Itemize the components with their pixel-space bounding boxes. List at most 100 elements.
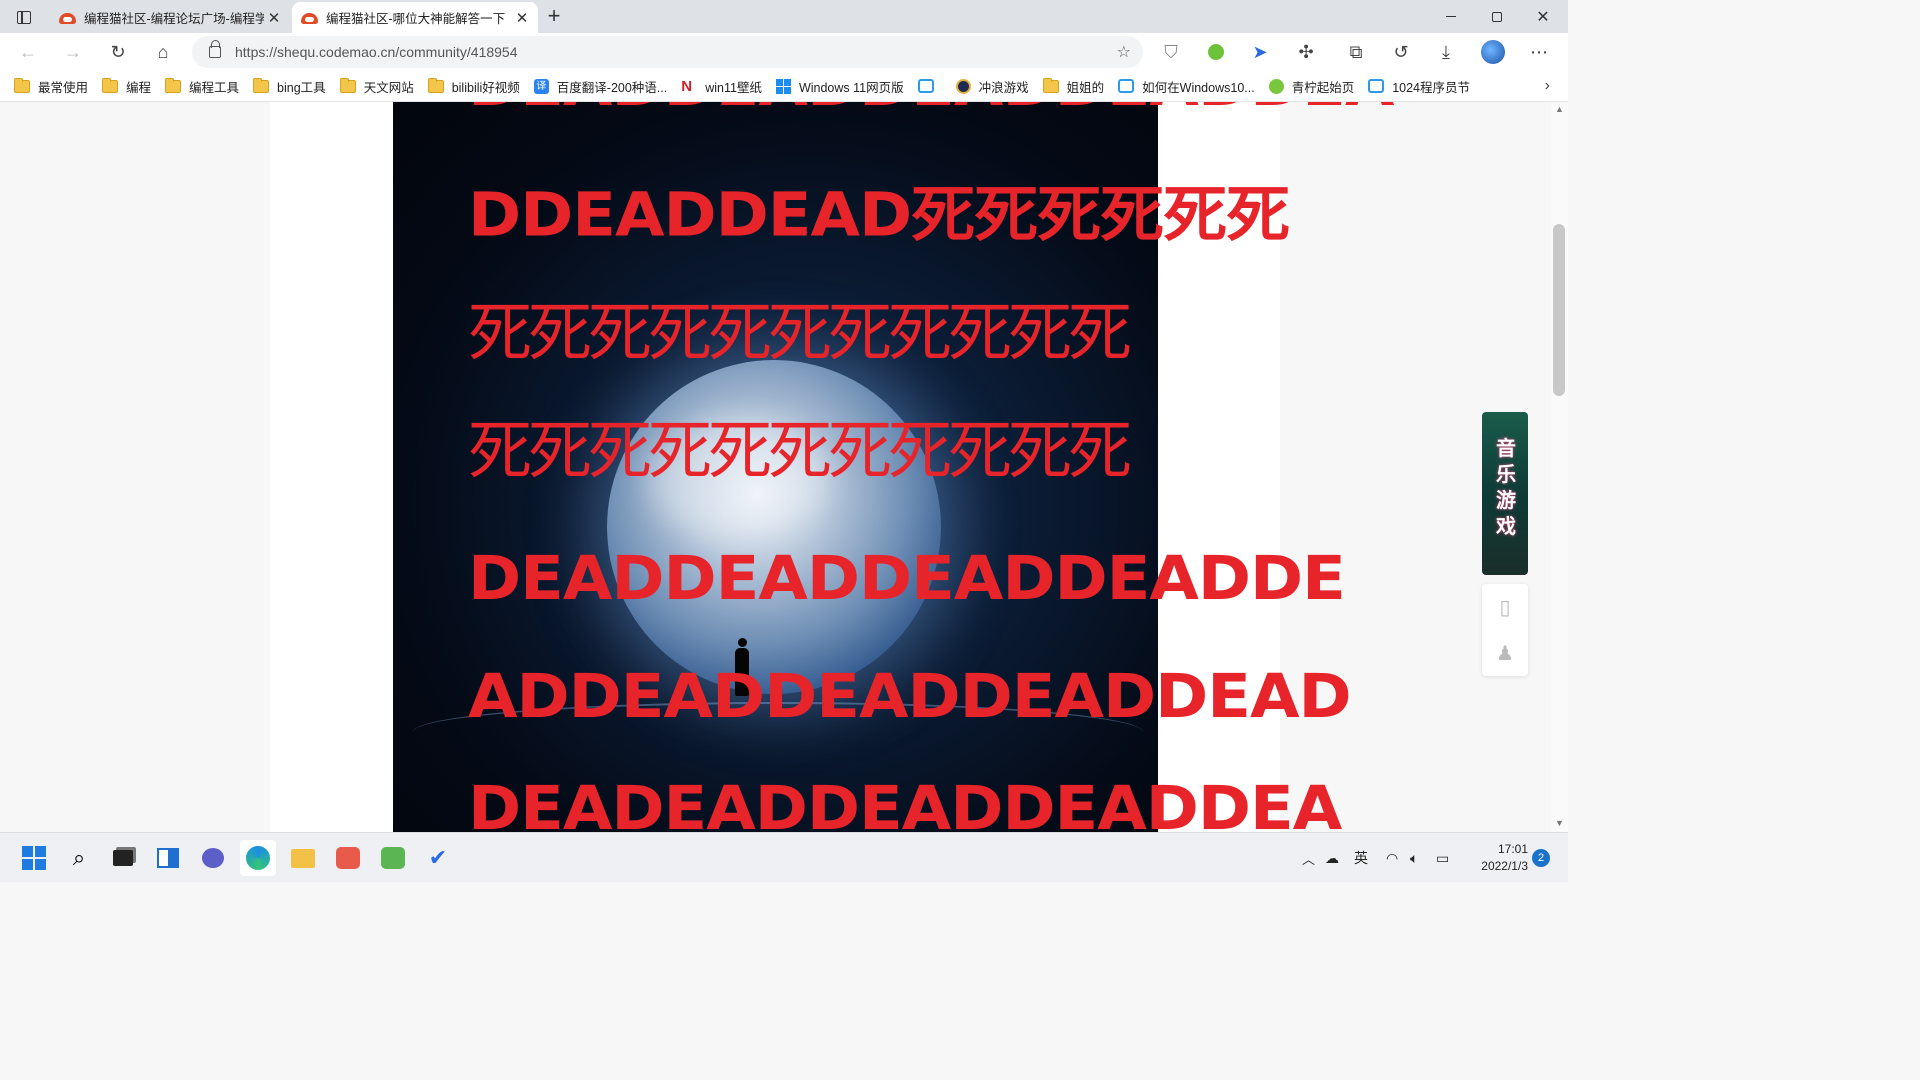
browser-tab-bar: 编程猫社区-编程论坛广场-编程学 ✕ 编程猫社区-哪位大神能解答一下 ✕ + ✕: [0, 0, 1568, 33]
power-automate-button[interactable]: ➤: [1245, 37, 1275, 67]
tab-actions-button[interactable]: [12, 7, 36, 27]
scroll-up-icon[interactable]: ▲: [1555, 104, 1564, 114]
lemon-extension-button[interactable]: [1201, 37, 1231, 67]
bookmark-folder-programming-tools[interactable]: 编程工具: [165, 74, 239, 98]
side-game-ad[interactable]: 音乐游戏: [1482, 412, 1528, 575]
onedrive-button[interactable]: ☁: [1325, 833, 1339, 883]
qq-icon: ♟: [1496, 642, 1514, 665]
phone-icon: ▯: [1499, 596, 1511, 619]
tab-question-active[interactable]: 编程猫社区-哪位大神能解答一下 ✕: [292, 2, 538, 33]
collections-button[interactable]: ⧉: [1341, 37, 1371, 67]
folder-icon: [165, 77, 182, 93]
qq-button[interactable]: ♟: [1482, 630, 1528, 676]
page-content: DEADDEADDEADDEADDEA DDEADDEAD死死死死死死 死死死死…: [0, 102, 1568, 832]
battery-button[interactable]: ▭: [1436, 833, 1449, 883]
more-icon: ⋯: [1530, 41, 1548, 62]
tab-title: 编程猫社区-哪位大神能解答一下: [326, 12, 506, 26]
maximize-icon: [1492, 11, 1502, 22]
extensions-button[interactable]: ✣: [1291, 37, 1321, 67]
bookmark-label: 冲浪游戏: [978, 80, 1029, 95]
surf-game-icon: [955, 78, 971, 94]
widgets-button[interactable]: [150, 840, 186, 876]
start-button[interactable]: [16, 840, 52, 876]
volume-button[interactable]: 🔈︎: [1410, 833, 1418, 883]
page-scrollbar[interactable]: ▲ ▼: [1551, 102, 1568, 832]
system-clock[interactable]: 17:01 2022/1/3: [1468, 841, 1528, 875]
windows-taskbar: ⌕ ✔ ︿ ☁ 英 ◠ 🔈︎ ▭ 17:01 2022/1/3 2: [0, 832, 1568, 882]
home-button[interactable]: ⌂: [148, 37, 178, 67]
minimize-button[interactable]: [1428, 0, 1474, 33]
bookmark-folder-programming[interactable]: 编程: [102, 74, 151, 98]
task-view-button[interactable]: [105, 840, 141, 876]
folder-icon: [339, 77, 356, 93]
codemao-app-button[interactable]: [330, 840, 366, 876]
todo-app-button[interactable]: ✔: [420, 840, 456, 876]
bookmark-1024-programmer[interactable]: 1024程序员节: [1368, 74, 1470, 98]
bookmark-lemon-start[interactable]: 青柠起始页: [1268, 74, 1354, 98]
battery-icon: ▭: [1436, 849, 1450, 866]
task-view-icon: [113, 850, 133, 866]
notification-badge[interactable]: 2: [1532, 849, 1550, 867]
bookmark-win11-wallpaper[interactable]: Nwin11壁纸: [681, 74, 762, 98]
edge-taskbar-button[interactable]: [240, 840, 276, 876]
show-hidden-icons[interactable]: ︿: [1302, 833, 1315, 883]
folder-icon: [253, 77, 270, 93]
profile-button[interactable]: [1478, 37, 1508, 67]
n-logo-icon: N: [681, 77, 693, 95]
tab-community-square[interactable]: 编程猫社区-编程论坛广场-编程学 ✕: [50, 2, 290, 33]
downloads-button[interactable]: ⤓: [1431, 37, 1461, 67]
forward-button[interactable]: →: [58, 37, 88, 67]
collections-icon: ⧉: [1349, 41, 1363, 62]
bookmark-surf-game[interactable]: 冲浪游戏: [955, 74, 1029, 98]
close-tab-icon[interactable]: ✕: [264, 8, 284, 28]
search-button[interactable]: ⌕: [61, 840, 97, 876]
bookmark-baidu-translate[interactable]: 译百度翻译-200种语...: [533, 74, 667, 98]
folder-icon: [1042, 77, 1059, 93]
lemon-icon: [1268, 78, 1284, 94]
map-app-button[interactable]: [375, 840, 411, 876]
teams-chat-button[interactable]: [195, 840, 231, 876]
url-text[interactable]: https://shequ.codemao.cn/community/41895…: [235, 44, 518, 60]
bookmarks-overflow-chevron-icon[interactable]: ›: [1545, 77, 1550, 95]
bookmark-folder-most-used[interactable]: 最常使用: [14, 74, 88, 98]
history-button[interactable]: ↺: [1386, 37, 1416, 67]
puzzle-icon: ✣: [1298, 41, 1314, 62]
shield-extension-button[interactable]: ⛉: [1156, 37, 1186, 67]
scrollbar-thumb[interactable]: [1553, 224, 1565, 396]
ime-indicator[interactable]: 英: [1354, 833, 1368, 883]
folder-icon: [427, 77, 444, 93]
bookmark-folder-bilibili[interactable]: bilibili好视频: [427, 74, 520, 98]
close-tab-icon[interactable]: ✕: [512, 8, 532, 28]
maximize-button[interactable]: [1474, 0, 1520, 33]
bookmark-label: bilibili好视频: [451, 80, 520, 95]
file-explorer-button[interactable]: [285, 840, 321, 876]
bookmark-windows11-web[interactable]: Windows 11网页版: [775, 74, 904, 98]
bookmark-folder-astronomy[interactable]: 天文网站: [339, 74, 414, 98]
wifi-button[interactable]: ◠: [1386, 833, 1398, 883]
bookmark-label: 天文网站: [363, 80, 414, 95]
avatar: [1481, 40, 1505, 64]
bilibili-icon: [917, 79, 934, 93]
side-ad-text: 音乐游戏: [1496, 438, 1516, 538]
bookmark-bilibili[interactable]: [917, 74, 942, 98]
refresh-button[interactable]: ↻: [103, 37, 133, 67]
forward-arrow-icon: →: [64, 41, 82, 62]
bookmark-folder-bing-tools[interactable]: bing工具: [253, 74, 326, 98]
chevron-up-icon: ︿: [1302, 851, 1316, 867]
add-favorite-icon[interactable]: ☆: [1117, 42, 1131, 62]
wifi-icon: ◠: [1386, 849, 1399, 866]
bookmark-folder-sister[interactable]: 姐姐的: [1042, 74, 1104, 98]
bookmark-how-to-windows10[interactable]: 如何在Windows10...: [1118, 74, 1255, 98]
edge-icon: [246, 846, 270, 870]
windows-start-icon: [22, 846, 46, 870]
back-button[interactable]: ←: [13, 37, 43, 67]
settings-menu-button[interactable]: ⋯: [1524, 37, 1554, 67]
translate-icon: 译: [533, 78, 549, 94]
mobile-app-button[interactable]: ▯: [1482, 584, 1528, 630]
address-bar[interactable]: https://shequ.codemao.cn/community/41895…: [192, 36, 1143, 68]
close-window-button[interactable]: ✕: [1520, 0, 1566, 33]
folder-icon: [14, 77, 30, 93]
download-icon: ⤓: [1442, 41, 1450, 62]
new-tab-button[interactable]: +: [543, 5, 565, 28]
scroll-down-icon[interactable]: ▼: [1555, 818, 1564, 828]
